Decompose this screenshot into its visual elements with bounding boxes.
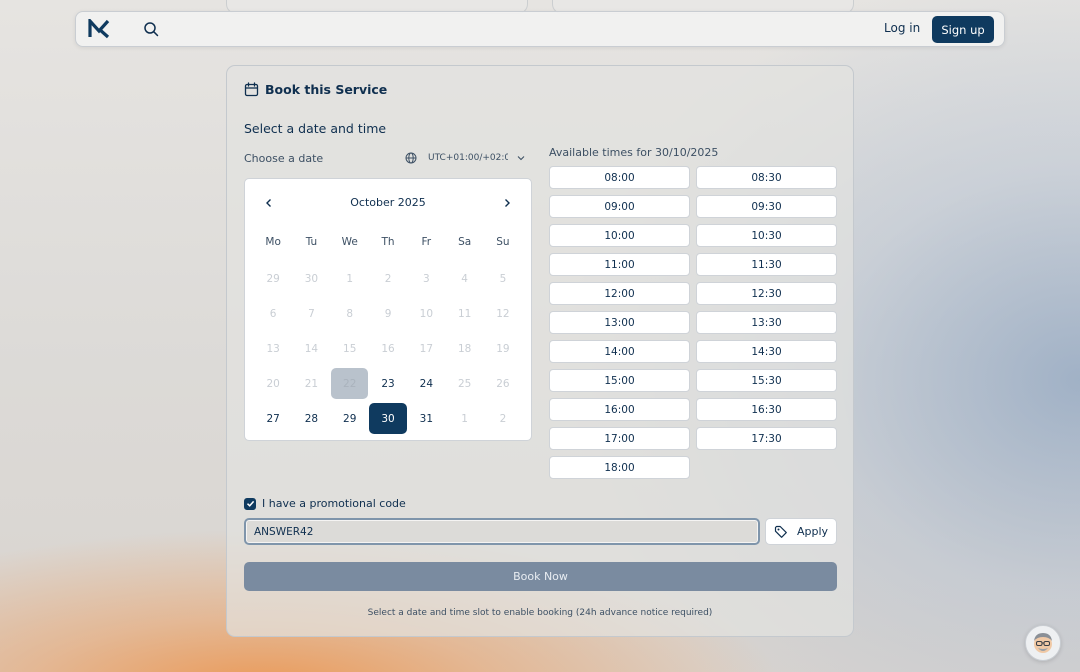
promo-checkbox[interactable] [244, 497, 256, 510]
time-slot-button[interactable]: 10:00 [549, 224, 690, 247]
brand-logo-icon[interactable] [88, 19, 110, 39]
calendar-day: 12 [496, 307, 510, 320]
time-slot-button[interactable]: 09:30 [696, 195, 837, 218]
calendar-day: 25 [457, 377, 472, 390]
calendar-day-today: 22 [331, 368, 369, 399]
weekday-label: We [341, 236, 358, 248]
calendar-day: 17 [419, 342, 434, 355]
time-slot-button[interactable]: 13:30 [696, 311, 837, 334]
calendar-day: 2 [384, 272, 392, 285]
calendar-month-label: October 2025 [350, 196, 426, 209]
booking-card-header: Book this Service [244, 82, 387, 97]
calendar-day[interactable]: 27 [255, 403, 292, 434]
calendar-day-grid: 29 30 1 2 3 4 5 6 7 8 9 10 11 12 13 14 15 16 17 18 19 20 21 22 2… [254, 261, 522, 436]
weekday-label: Tu [305, 236, 318, 248]
booking-hint-text: Select a date and time slot to enable bo… [367, 608, 713, 618]
weekday-label: Th [381, 236, 395, 248]
available-times-label: Available times for 30/10/2025 [549, 146, 719, 159]
calendar-day: 15 [343, 342, 357, 355]
time-slot-button[interactable]: 17:30 [696, 427, 837, 450]
calendar-day-selected[interactable]: 30 [369, 403, 407, 434]
calendar-day: 2 [499, 412, 507, 425]
promo-code-toggle[interactable]: I have a promotional code [244, 497, 406, 510]
user-avatar[interactable] [1025, 625, 1061, 661]
calendar-day: 5 [499, 272, 507, 285]
calendar-day: 7 [308, 307, 315, 320]
calendar-day: 18 [457, 342, 472, 355]
weekday-label: Su [496, 236, 510, 248]
apply-promo-button[interactable]: Apply [765, 518, 837, 545]
calendar-day: 1 [346, 272, 354, 285]
search-icon[interactable] [143, 21, 159, 37]
time-slot-button[interactable]: 13:00 [549, 311, 690, 334]
time-slot-button[interactable]: 08:30 [696, 166, 837, 189]
weekday-label: Fr [421, 236, 432, 248]
time-slot-button[interactable]: 11:30 [696, 253, 837, 276]
time-slot-button[interactable]: 12:30 [696, 282, 837, 305]
weekday-label: Mo [265, 236, 281, 248]
calendar-weekday-row: Mo Tu We Th Fr Sa Su [254, 236, 522, 248]
time-slot-grid: 08:00 08:30 09:00 09:30 10:00 10:30 11:00 11:30… [549, 166, 837, 479]
time-slot-button[interactable]: 16:30 [696, 398, 837, 421]
top-navbar: Log in Sign up [75, 11, 1005, 47]
calendar-day: 8 [346, 307, 354, 320]
promo-checkbox-label: I have a promotional code [262, 497, 406, 510]
calendar-day: 4 [461, 272, 468, 285]
time-slot-button[interactable]: 12:00 [549, 282, 690, 305]
booking-card-title: Book this Service [265, 82, 388, 97]
calendar-day[interactable]: 24 [408, 368, 445, 399]
date-picker-calendar: October 2025 Mo Tu We Th Fr Sa Su 29 30 1 2 3 4 5 6 7 8… [244, 178, 532, 441]
time-slot-button[interactable]: 15:00 [549, 369, 690, 392]
calendar-day: 20 [266, 377, 280, 390]
checkmark-icon [246, 500, 254, 507]
time-slot-button[interactable]: 10:30 [696, 224, 837, 247]
calendar-day: 21 [304, 377, 319, 390]
time-slot-button[interactable]: 09:00 [549, 195, 690, 218]
calendar-day: 3 [422, 272, 430, 285]
login-link[interactable]: Log in [884, 21, 920, 35]
calendar-day: 6 [269, 307, 277, 320]
signup-button[interactable]: Sign up [932, 16, 994, 43]
calendar-day: 29 [266, 272, 280, 285]
weekday-label: Sa [458, 236, 472, 248]
time-slot-button[interactable]: 14:00 [549, 340, 690, 363]
time-slot-button[interactable]: 08:00 [549, 166, 690, 189]
chevron-right-icon[interactable] [500, 196, 514, 210]
avatar-face-icon [1034, 633, 1052, 653]
calendar-day: 16 [381, 342, 395, 355]
tag-icon [774, 525, 787, 538]
calendar-icon [244, 82, 259, 97]
time-slot-button[interactable]: 14:30 [696, 340, 837, 363]
promo-code-input[interactable] [244, 518, 760, 545]
timezone-select[interactable]: UTC+01:00/+02:0... [405, 152, 526, 164]
calendar-day[interactable]: 29 [331, 403, 368, 434]
calendar-day: 9 [384, 307, 392, 320]
booking-card: Book this Service Select a date and time… [226, 65, 854, 637]
section-title: Select a date and time [244, 121, 387, 136]
time-slot-button[interactable]: 17:00 [549, 427, 690, 450]
time-slot-button[interactable]: 16:00 [549, 398, 690, 421]
book-now-button[interactable]: Book Now [244, 562, 837, 591]
time-slot-button[interactable]: 11:00 [549, 253, 690, 276]
calendar-day[interactable]: 23 [369, 368, 406, 399]
timezone-value: UTC+01:00/+02:0... [428, 153, 508, 163]
calendar-day: 10 [419, 307, 434, 320]
globe-icon [405, 152, 417, 164]
apply-button-label: Apply [796, 525, 829, 538]
calendar-day: 13 [266, 342, 280, 355]
chevron-down-icon [517, 156, 525, 161]
calendar-day: 14 [304, 342, 319, 355]
calendar-day: 26 [496, 377, 510, 390]
time-slot-button[interactable]: 18:00 [549, 456, 690, 479]
calendar-day: 11 [457, 307, 472, 320]
time-slot-button[interactable]: 15:30 [696, 369, 837, 392]
calendar-day: 1 [461, 412, 468, 425]
calendar-day: 30 [304, 272, 319, 285]
calendar-day[interactable]: 31 [408, 403, 445, 434]
choose-date-label: Choose a date [244, 152, 324, 165]
calendar-day: 19 [496, 342, 510, 355]
calendar-day[interactable]: 28 [293, 403, 330, 434]
